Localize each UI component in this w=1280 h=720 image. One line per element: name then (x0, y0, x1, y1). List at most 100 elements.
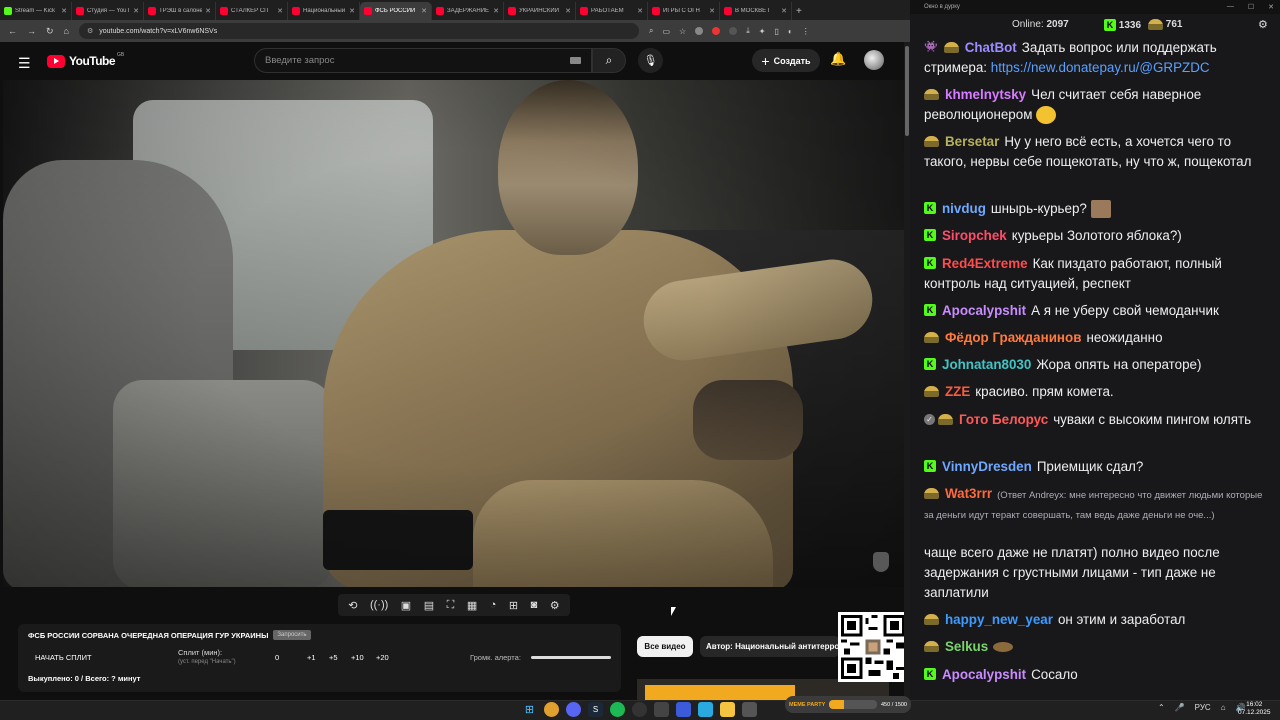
camera-icon[interactable]: ◙ (531, 599, 538, 611)
browser-tab[interactable]: ТРЭШ в салоне ✕ (144, 2, 216, 20)
search-input[interactable]: Введите запрос (254, 48, 592, 73)
close-tab-icon[interactable]: ✕ (61, 7, 67, 15)
speed-icon[interactable]: ◔ (490, 599, 497, 611)
close-tab-icon[interactable]: ✕ (421, 7, 427, 15)
puzzle-icon[interactable]: ✦ (759, 27, 766, 36)
app-icon[interactable] (676, 702, 691, 717)
extension-icon[interactable] (712, 27, 721, 35)
split-add-5[interactable]: +5 (329, 653, 338, 662)
settings-gear-icon[interactable]: ⚙ (1258, 18, 1268, 31)
chat-username[interactable]: ChatBot (965, 40, 1017, 55)
microphone-icon[interactable]: 🎤 (1175, 703, 1185, 712)
language-indicator[interactable]: РУС (1195, 703, 1211, 712)
close-tab-icon[interactable]: ✕ (493, 7, 499, 15)
minimize-icon[interactable]: — (1227, 3, 1234, 11)
close-tab-icon[interactable]: ✕ (205, 7, 211, 15)
pip-icon[interactable]: ▣ (401, 599, 411, 612)
chat-username[interactable]: Фёдор Гражданинов (945, 330, 1081, 345)
taskbar-clock[interactable]: 16:02 07.12.2025 (1238, 701, 1271, 717)
browser-tab[interactable]: В МОСКВЕ Г ✕ (720, 2, 792, 20)
split-add-20[interactable]: +20 (376, 653, 389, 662)
chat-username[interactable]: Red4Extreme (942, 256, 1028, 271)
obs-icon[interactable] (632, 702, 647, 717)
loop-icon[interactable]: ⟲ (348, 599, 357, 612)
chat-username[interactable]: Johnatan8030 (942, 357, 1031, 372)
close-tab-icon[interactable]: ✕ (277, 7, 283, 15)
close-tab-icon[interactable]: ✕ (349, 7, 355, 15)
fullscreen-icon[interactable]: ⛶ (447, 599, 455, 612)
browser-tab[interactable]: Студия — YouTube✕ (72, 2, 144, 20)
browser-tab[interactable]: РАБОТАЕМ ✕ (576, 2, 648, 20)
split-value-0[interactable]: 0 (275, 653, 279, 662)
back-icon[interactable]: ← (8, 26, 17, 36)
notifications-bell-icon[interactable]: 🔔 (830, 51, 846, 67)
chat-username[interactable]: Wat3rrr (945, 486, 992, 501)
settings-gear-icon[interactable]: ⚙ (550, 599, 560, 612)
broadcast-icon[interactable]: ((·)) (370, 599, 388, 611)
browser-tab[interactable]: ЗАДЕРЖАНИЕ ✕ (432, 2, 504, 20)
profile-icon[interactable]: ◐ (788, 27, 793, 36)
split-add-1[interactable]: +1 (307, 653, 316, 662)
chat-username[interactable]: ZZE (945, 384, 970, 399)
tray-chevron-icon[interactable]: ⌃ (1158, 703, 1165, 712)
browser-tab[interactable]: УКРАИНСКИЙ ✕ (504, 2, 576, 20)
youtube-logo[interactable]: YouTube GB (47, 52, 124, 68)
menu-dots-icon[interactable]: ⋮ (802, 27, 810, 36)
keyboard-icon[interactable] (570, 57, 581, 64)
app-icon[interactable] (742, 702, 757, 717)
browser-tab[interactable]: ИГРЫ С ОГН ✕ (648, 2, 720, 20)
url-field[interactable]: ⚙ youtube.com/watch?v=xLV6nw6NSVs (78, 23, 639, 39)
chrome-icon[interactable] (544, 702, 559, 717)
bookmark-star-icon[interactable]: ☆ (679, 27, 686, 36)
browser-tab[interactable]: ФСБ РОССИИ ✕ (360, 2, 432, 20)
film-icon[interactable]: ▤ (424, 599, 434, 612)
zoom-icon[interactable]: ⌕ (649, 26, 653, 36)
alert-volume-slider[interactable] (531, 656, 611, 659)
close-tab-icon[interactable]: ✕ (709, 7, 715, 15)
all-videos-chip[interactable]: Все видео (637, 636, 693, 657)
chat-username[interactable]: nivdug (942, 201, 986, 216)
network-icon[interactable]: ⌂ (1221, 703, 1226, 712)
downloads-icon[interactable]: ⤓ (746, 26, 750, 36)
maximize-icon[interactable]: ☐ (1248, 3, 1254, 11)
sidebar-icon[interactable]: ▯ (774, 27, 778, 36)
screen-icon[interactable]: ▦ (467, 599, 477, 612)
browser-tab[interactable]: СТАЛКЕР СП ✕ (216, 2, 288, 20)
extension-icon[interactable] (695, 27, 704, 35)
chat-username[interactable]: Siropchek (942, 228, 1007, 243)
spotify-icon[interactable] (610, 702, 625, 717)
add-icon[interactable]: ⊞ (509, 599, 518, 612)
windows-start-icon[interactable]: ⊞ (522, 702, 537, 717)
forward-icon[interactable]: → (27, 26, 36, 36)
close-icon[interactable]: ✕ (1268, 3, 1274, 11)
browser-tab[interactable]: Stream — Kick ✕ (0, 2, 72, 20)
search-button[interactable]: ⌕ (592, 48, 626, 73)
avatar[interactable] (864, 50, 884, 70)
chat-username[interactable]: Гото Белорус (959, 412, 1048, 427)
hamburger-menu-icon[interactable]: ☰ (18, 55, 31, 72)
chat-username[interactable]: VinnyDresden (942, 459, 1032, 474)
app-icon[interactable] (654, 702, 669, 717)
create-button[interactable]: + Создать (752, 49, 820, 72)
close-tab-icon[interactable]: ✕ (133, 7, 139, 15)
close-tab-icon[interactable]: ✕ (637, 7, 643, 15)
browser-tab[interactable]: Национальный ✕ (288, 2, 360, 20)
chat-link[interactable]: https://new.donatepay.ru/@GRPZDC (991, 60, 1210, 75)
close-tab-icon[interactable]: ✕ (565, 7, 571, 15)
site-info-icon[interactable]: ⚙ (87, 27, 93, 35)
new-tab-button[interactable]: + (792, 2, 810, 20)
chat-username[interactable]: Bersetar (945, 134, 999, 149)
reload-icon[interactable]: ↻ (46, 26, 54, 37)
chat-username[interactable]: khmelnytsky (945, 87, 1026, 102)
chat-username[interactable]: Apocalypshit (942, 303, 1026, 318)
folder-icon[interactable] (720, 702, 735, 717)
start-split-button[interactable]: НАЧАТЬ СПЛИТ (35, 653, 92, 662)
voice-search-button[interactable]: 🎙 (638, 48, 663, 73)
page-scrollbar-thumb[interactable] (905, 46, 909, 136)
author-chip[interactable]: Автор: Национальный антитеррористический… (700, 636, 840, 657)
home-icon[interactable]: ⌂ (64, 26, 69, 36)
chat-username[interactable]: happy_new_year (945, 612, 1053, 627)
split-add-10[interactable]: +10 (351, 653, 364, 662)
discord-icon[interactable] (566, 702, 581, 717)
chat-username[interactable]: Apocalypshit (942, 667, 1026, 682)
